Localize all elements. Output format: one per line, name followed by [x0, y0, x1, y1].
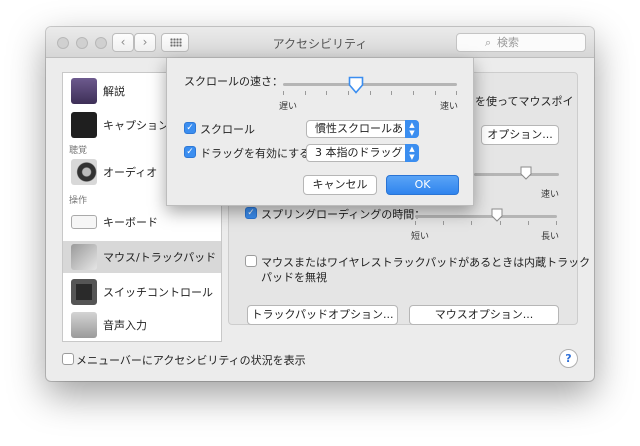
spring-max-label: 長い [541, 232, 560, 242]
spring-loading-slider-thumb[interactable] [491, 208, 503, 222]
question-icon: ? [565, 352, 572, 365]
search-placeholder: 検索 [497, 36, 519, 49]
trackpad-options-sheet: スクロールの速さ： 遅い 速い ✓ スクロール 慣性スクロールあり ▲ ▼ ✓ ド… [166, 58, 474, 206]
search-field[interactable]: ⌕ 検索 [456, 33, 586, 52]
sidebar-item-switch-control[interactable]: スイッチコントロール [63, 276, 221, 308]
drag-checkbox[interactable]: ✓ [184, 146, 196, 158]
scroll-speed-slider-thumb[interactable] [348, 76, 364, 94]
slider-tick [500, 221, 501, 225]
spring-min-label: 短い [411, 232, 430, 242]
ignore-builtin-trackpad-checkbox[interactable] [245, 255, 257, 267]
sidebar-item-label: 解説 [103, 85, 125, 98]
sidebar-item-label: マウス/トラックパッド [103, 251, 217, 264]
partial-description: を使ってマウスポイ [475, 95, 574, 108]
slider-tick [415, 221, 416, 225]
switch-control-icon [71, 279, 97, 305]
slider-tick [456, 91, 457, 95]
show-status-label: メニューバーにアクセシビリティの状況を表示 [76, 354, 306, 367]
slider-tick [413, 91, 414, 95]
sidebar-item-label: 音声入力 [103, 319, 147, 332]
double-click-slider-track[interactable] [474, 173, 559, 176]
ok-button[interactable]: OK [386, 175, 459, 195]
cancel-button[interactable]: キャンセル [303, 175, 377, 195]
microphone-icon [71, 312, 97, 338]
slider-tick [391, 91, 392, 95]
scroll-speed-label: スクロールの速さ： [184, 75, 283, 88]
ignore-builtin-label-line1: マウスまたはワイヤレストラックパッドがあるときは内蔵トラック [261, 256, 591, 269]
drag-label: ドラッグを有効にする [200, 147, 311, 160]
drag-mode-select[interactable]: 3 本指のドラッグ ▲ ▼ [306, 144, 419, 162]
spring-loading-label: スプリングローディングの時間： [261, 208, 426, 221]
slider-fast-label: 速い [541, 190, 560, 200]
captions-icon [71, 112, 97, 138]
slider-tick [370, 91, 371, 95]
title-bar: ‹ › アクセシビリティ ⌕ 検索 [46, 27, 594, 58]
sidebar-item-label: スイッチコントロール [103, 286, 213, 299]
sidebar-item-label: キャプション [103, 119, 169, 132]
sidebar-item-dictation[interactable]: 音声入力 [63, 309, 221, 341]
slider-tick [305, 91, 306, 95]
scroll-speed-min-label: 遅い [279, 102, 298, 112]
description-icon [71, 78, 97, 104]
sidebar-item-keyboard[interactable]: キーボード [63, 206, 221, 238]
slider-tick [326, 91, 327, 95]
spring-loading-slider-track[interactable] [415, 215, 557, 218]
slider-tick [443, 221, 444, 225]
speaker-icon [71, 159, 97, 185]
slider-tick [471, 221, 472, 225]
mouse-options-button[interactable]: マウスオプション... [409, 305, 559, 325]
mouse-trackpad-icon [71, 244, 97, 270]
scroll-speed-slider-track[interactable] [283, 83, 457, 86]
slider-tick [348, 91, 349, 95]
scroll-speed-max-label: 速い [440, 102, 459, 112]
options-button[interactable]: オプション... [481, 125, 559, 145]
section-heading-hearing: 聴覚 [69, 146, 88, 156]
ignore-builtin-label-line2: パッドを無視 [261, 271, 327, 284]
scroll-mode-select[interactable]: 慣性スクロールあり ▲ ▼ [306, 120, 419, 138]
updown-chevron-icon: ▲ ▼ [405, 120, 419, 138]
section-heading-interaction: 操作 [69, 196, 88, 206]
sidebar-item-label: キーボード [103, 216, 158, 229]
scroll-checkbox[interactable]: ✓ [184, 122, 196, 134]
slider-tick [435, 91, 436, 95]
scroll-mode-value: 慣性スクロールあり [315, 122, 414, 135]
sidebar-item-mouse-trackpad[interactable]: マウス/トラックパッド [63, 241, 221, 273]
spring-loading-checkbox[interactable]: ✓ [245, 207, 257, 219]
search-icon: ⌕ [485, 36, 492, 49]
scroll-label: スクロール [200, 123, 255, 136]
show-status-checkbox[interactable] [62, 353, 74, 365]
double-click-slider-thumb[interactable] [520, 166, 532, 180]
slider-tick [283, 91, 284, 95]
trackpad-options-button[interactable]: トラックパッドオプション... [247, 305, 398, 325]
slider-tick [556, 221, 557, 225]
slider-tick [528, 221, 529, 225]
updown-chevron-icon: ▲ ▼ [405, 144, 419, 162]
help-button[interactable]: ? [559, 349, 578, 368]
drag-mode-value: 3 本指のドラッグ [315, 146, 403, 159]
keyboard-icon [71, 215, 97, 229]
sidebar-item-label: オーディオ [103, 166, 158, 179]
